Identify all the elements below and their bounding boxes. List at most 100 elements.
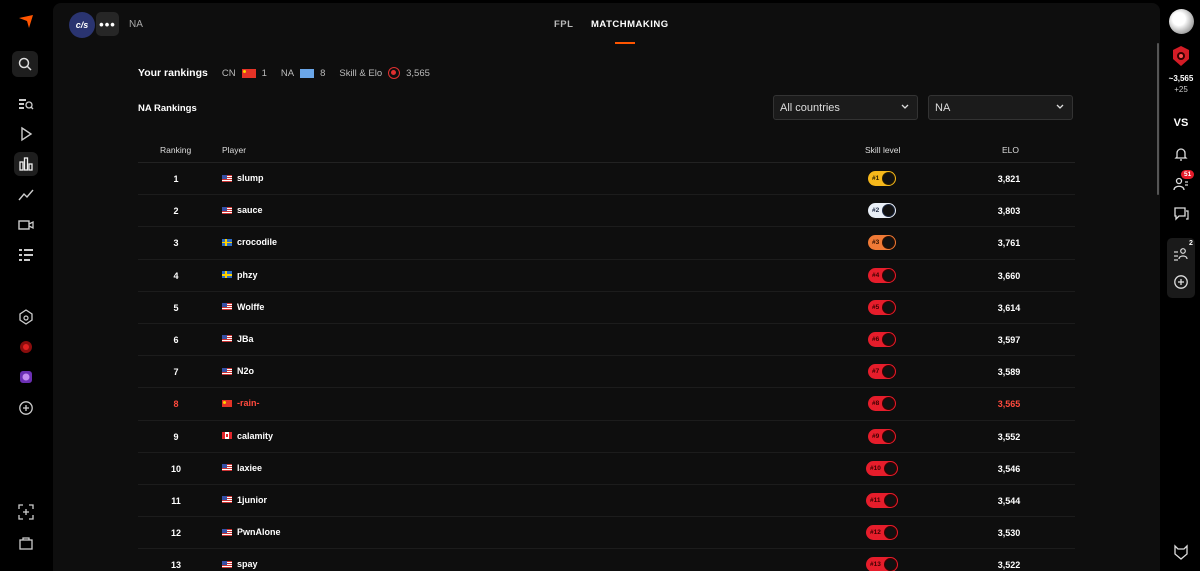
faceit-logo-icon[interactable] xyxy=(14,10,38,34)
table-row[interactable]: 13 spay #13 3,522 xyxy=(138,549,1075,571)
player-name[interactable]: spay xyxy=(237,559,258,569)
player-name[interactable]: sauce xyxy=(237,205,263,215)
player-name[interactable]: N2o xyxy=(237,366,254,376)
player-cell[interactable]: sauce xyxy=(222,205,263,215)
skill-level-icon xyxy=(883,558,897,571)
player-name[interactable]: slump xyxy=(237,173,264,183)
shop-icon[interactable] xyxy=(14,531,38,555)
chat-icon[interactable] xyxy=(1173,206,1189,222)
player-name[interactable]: laxiee xyxy=(237,463,262,473)
player-cell[interactable]: N2o xyxy=(222,366,254,376)
chevron-down-icon xyxy=(901,104,909,109)
table-row[interactable]: 8 -rain- #8 3,565 xyxy=(138,388,1075,421)
club-icon[interactable] xyxy=(14,365,38,389)
skill-level-badge: #4 xyxy=(868,267,897,283)
player-cell[interactable]: -rain- xyxy=(222,398,260,408)
player-cell[interactable]: crocodile xyxy=(222,237,277,247)
table-row[interactable]: 10 laxiee #10 3,546 xyxy=(138,453,1075,485)
country-rank: 1 xyxy=(261,67,267,79)
skill-level-badge: #10 xyxy=(866,460,898,476)
player-cell[interactable]: 1junior xyxy=(222,495,267,505)
player-cell[interactable]: slump xyxy=(222,173,264,183)
rank-cell: 4 xyxy=(173,270,179,281)
rank-cell: 8 xyxy=(173,399,179,410)
rank-cell: 12 xyxy=(170,528,181,539)
lobby-search-icon[interactable] xyxy=(14,92,38,116)
cn-flag-icon xyxy=(222,399,232,407)
elo-value: ~3,565 xyxy=(1168,74,1194,83)
player-cell[interactable]: spay xyxy=(222,559,258,569)
skill-level-icon xyxy=(388,67,401,79)
player-name[interactable]: calamity xyxy=(237,431,273,441)
bell-icon[interactable] xyxy=(1173,146,1189,162)
header-ranking: Ranking xyxy=(160,145,192,155)
player-name[interactable]: phzy xyxy=(237,270,258,280)
search-icon[interactable] xyxy=(12,51,38,77)
add-icon[interactable] xyxy=(14,396,38,420)
player-name[interactable]: -rain- xyxy=(237,398,260,408)
more-menu-button[interactable]: ••• xyxy=(96,12,119,36)
table-row[interactable]: 5 Wolffe #5 3,614 xyxy=(138,292,1075,324)
table-row[interactable]: 11 1junior #11 3,544 xyxy=(138,485,1075,518)
player-name[interactable]: Wolffe xyxy=(237,302,264,312)
us-flag-icon xyxy=(222,206,232,214)
player-name[interactable]: PwnAlone xyxy=(237,527,281,537)
scrollbar[interactable] xyxy=(1157,43,1159,195)
us-flag-icon xyxy=(222,335,232,343)
se-flag-icon xyxy=(222,271,232,279)
skill-level-badge: #3 xyxy=(868,235,897,251)
create-icon[interactable] xyxy=(14,500,38,524)
player-name[interactable]: 1junior xyxy=(237,495,267,505)
table-row[interactable]: 3 crocodile #3 3,761 xyxy=(138,227,1075,260)
watch-icon[interactable] xyxy=(14,213,38,237)
missions-icon[interactable] xyxy=(14,243,38,267)
table-row[interactable]: 7 N2o #7 3,589 xyxy=(138,356,1075,389)
rankings-icon[interactable] xyxy=(14,152,38,176)
elo-cell: 3,544 xyxy=(997,495,1021,506)
skill-level-icon xyxy=(882,365,896,379)
region-select[interactable]: NA xyxy=(928,95,1073,120)
rank-cell: 11 xyxy=(171,495,181,506)
table-row[interactable]: 2 sauce #2 3,803 xyxy=(138,195,1075,228)
country-select[interactable]: All countries xyxy=(773,95,918,120)
us-flag-icon xyxy=(222,496,232,504)
country-ranking: CN 1 xyxy=(222,68,267,79)
player-cell[interactable]: calamity xyxy=(222,431,273,441)
us-flag-icon xyxy=(222,464,232,472)
player-cell[interactable]: Wolffe xyxy=(222,302,264,312)
table-row[interactable]: 1 slump #1 3,821 xyxy=(138,163,1075,196)
player-cell[interactable]: PwnAlone xyxy=(222,527,281,537)
rank-cell: 13 xyxy=(170,560,181,571)
player-name[interactable]: JBa xyxy=(237,334,254,344)
table-row[interactable]: 6 JBa #6 3,597 xyxy=(138,324,1075,357)
table-row[interactable]: 12 PwnAlone #12 3,530 xyxy=(138,517,1075,550)
player-name[interactable]: crocodile xyxy=(237,237,277,247)
faceit-anticheat-icon[interactable] xyxy=(1173,544,1189,560)
skill-level-badge: #9 xyxy=(868,428,897,444)
player-cell[interactable]: laxiee xyxy=(222,463,262,473)
tab-matchmaking[interactable]: MATCHMAKING xyxy=(591,19,669,30)
top-bar: c/s ••• NA FPL MATCHMAKING xyxy=(53,3,1160,47)
player-cell[interactable]: phzy xyxy=(222,270,258,280)
org-logo[interactable]: c/s xyxy=(69,12,95,38)
region-ranking: NA 8 xyxy=(281,68,326,79)
avatar[interactable] xyxy=(1169,9,1194,34)
elo-cell: 3,589 xyxy=(997,367,1021,378)
skill-elo: Skill & Elo 3,565 xyxy=(339,67,430,79)
org-icon[interactable] xyxy=(14,335,38,359)
party-icon[interactable] xyxy=(1173,247,1189,263)
table-row[interactable]: 9 calamity #9 3,552 xyxy=(138,421,1075,453)
versus-button[interactable]: VS xyxy=(1160,117,1200,129)
region-code: NA xyxy=(280,67,295,79)
tab-fpl[interactable]: FPL xyxy=(554,19,573,30)
player-cell[interactable]: JBa xyxy=(222,334,254,344)
skill-level-icon xyxy=(1173,46,1189,66)
party-badge: 2 xyxy=(1189,240,1193,247)
stats-icon[interactable] xyxy=(14,183,38,207)
table-row[interactable]: 4 phzy #4 3,660 xyxy=(138,260,1075,292)
elo-delta: +25 xyxy=(1174,85,1188,94)
play-icon[interactable] xyxy=(14,122,38,146)
add-party-icon[interactable] xyxy=(1173,274,1189,290)
elo-cell: 3,552 xyxy=(997,431,1021,442)
hub-icon[interactable] xyxy=(14,305,38,329)
